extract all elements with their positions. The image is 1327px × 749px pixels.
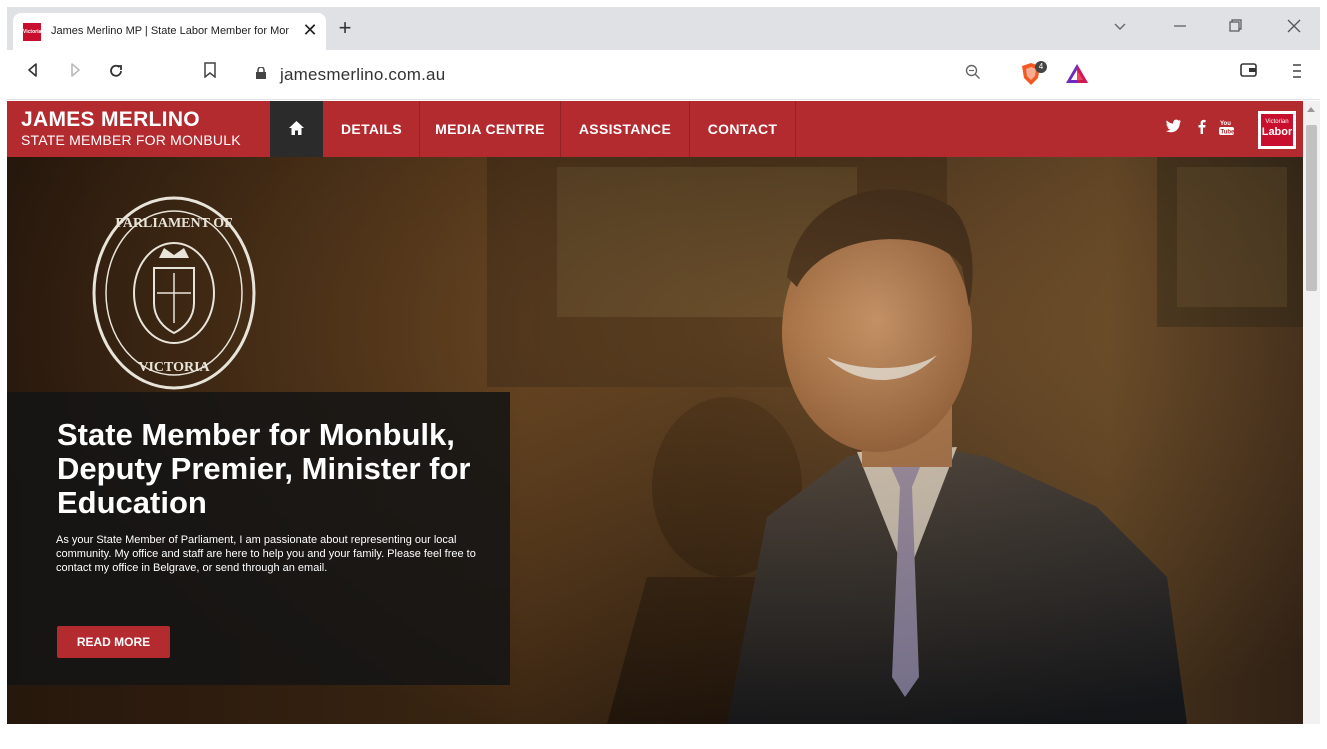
hero-text-panel: State Member for Monbulk, Deputy Premier… <box>7 392 510 685</box>
scroll-up-icon[interactable] <box>1307 107 1315 112</box>
back-icon[interactable] <box>21 62 45 86</box>
close-window-icon[interactable] <box>1277 15 1311 43</box>
website-viewport: JAMES MERLINO STATE MEMBER FOR MONBULK D… <box>7 101 1303 724</box>
browser-window: Victorian Labor James Merlino MP | State… <box>7 7 1320 724</box>
read-more-button[interactable]: READ MORE <box>57 626 170 658</box>
youtube-icon[interactable]: You Tube <box>1218 119 1235 140</box>
brave-rewards-icon[interactable] <box>1065 62 1089 86</box>
home-icon <box>289 121 304 135</box>
scrollbar-thumb[interactable] <box>1306 125 1317 291</box>
labor-logo-bottom: Labor <box>1261 126 1293 138</box>
nav-contact[interactable]: CONTACT <box>690 101 796 157</box>
labor-logo-mark: Victorian Labor <box>1261 114 1293 146</box>
forward-icon[interactable] <box>63 62 87 86</box>
parliament-seal-logo: PARLIAMENT OF VICTORIA <box>92 196 256 390</box>
close-tab-icon[interactable]: ✕ <box>299 19 321 41</box>
brand-subtitle: STATE MEMBER FOR MONBULK <box>21 132 241 148</box>
facebook-icon[interactable] <box>1194 119 1208 139</box>
browser-tab[interactable]: Victorian Labor James Merlino MP | State… <box>13 13 326 53</box>
seal-text-top: PARLIAMENT OF <box>115 216 232 231</box>
restore-icon[interactable] <box>1218 15 1252 43</box>
url-text[interactable]: jamesmerlino.com.au <box>280 65 445 85</box>
tab-search-icon[interactable] <box>1103 15 1137 43</box>
labor-logo-top: Victorian <box>1265 119 1289 125</box>
svg-text:You: You <box>1220 121 1231 127</box>
site-navbar: JAMES MERLINO STATE MEMBER FOR MONBULK D… <box>7 101 1303 157</box>
nav-details[interactable]: DETAILS <box>324 101 420 157</box>
menu-icon[interactable] <box>1285 62 1309 86</box>
hero-banner: PARLIAMENT OF VICTORIA State Member for … <box>7 157 1303 724</box>
favicon-icon: Victorian Labor <box>23 23 44 53</box>
minimize-icon[interactable] <box>1163 15 1197 43</box>
svg-text:Tube: Tube <box>1220 130 1234 136</box>
browser-toolbar: jamesmerlino.com.au 4 <box>7 50 1320 100</box>
hero-body-text: As your State Member of Parliament, I am… <box>56 534 476 574</box>
page-scrollbar[interactable] <box>1303 101 1320 724</box>
victorian-labor-logo[interactable]: Victorian Labor <box>1258 111 1296 149</box>
home-nav-button[interactable] <box>270 101 323 157</box>
reload-icon[interactable] <box>104 62 128 86</box>
twitter-icon[interactable] <box>1165 119 1183 138</box>
zoom-icon[interactable] <box>965 64 981 85</box>
nav-assistance[interactable]: ASSISTANCE <box>561 101 690 157</box>
nav-media-centre[interactable]: MEDIA CENTRE <box>420 101 561 157</box>
tab-title: James Merlino MP | State Labor Member fo… <box>51 25 289 37</box>
seal-text-bottom: VICTORIA <box>138 360 210 375</box>
hero-title: State Member for Monbulk, Deputy Premier… <box>57 417 471 520</box>
wallet-icon[interactable] <box>1237 62 1261 86</box>
address-bar[interactable]: jamesmerlino.com.au 4 <box>240 56 1100 92</box>
lock-icon <box>256 67 266 79</box>
brand-name[interactable]: JAMES MERLINO <box>21 108 200 132</box>
tab-strip: Victorian Labor James Merlino MP | State… <box>7 7 1320 53</box>
shield-count-badge: 4 <box>1035 61 1047 73</box>
bookmark-icon[interactable] <box>198 62 222 86</box>
new-tab-icon[interactable]: + <box>333 17 357 41</box>
